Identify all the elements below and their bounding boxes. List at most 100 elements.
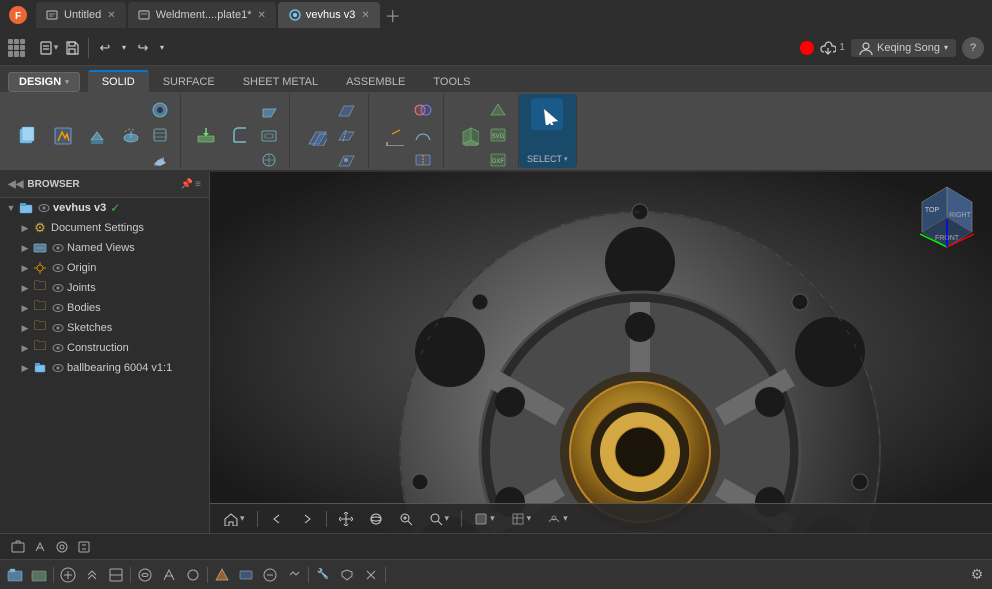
- origin-eye[interactable]: [51, 261, 65, 275]
- tab-untitled[interactable]: Untitled ✕: [36, 2, 126, 28]
- bottom-icon-9[interactable]: [211, 564, 233, 586]
- app-grid-button[interactable]: [8, 36, 32, 60]
- record-button[interactable]: [800, 41, 814, 55]
- tab-vevhus[interactable]: vevhus v3 ✕: [278, 2, 380, 28]
- tab-close-weldment[interactable]: ✕: [257, 10, 265, 21]
- browser-collapse-arrow[interactable]: ◀◀: [8, 179, 23, 190]
- joints-eye[interactable]: [51, 281, 65, 295]
- box-button[interactable]: [148, 148, 172, 172]
- undo-dropdown[interactable]: ▾: [117, 36, 131, 60]
- bottom-icon-14[interactable]: [336, 564, 358, 586]
- nav-back-button[interactable]: [264, 510, 290, 528]
- orientation-cube[interactable]: RIGHT TOP FRONT: [912, 182, 982, 252]
- tab-surface[interactable]: SURFACE: [149, 72, 229, 92]
- redo-dropdown[interactable]: ▾: [155, 36, 169, 60]
- shell-button[interactable]: [257, 123, 281, 147]
- bottom-icon-8[interactable]: [182, 564, 204, 586]
- tree-item-sketches[interactable]: ▶ 🗀 Sketches: [0, 318, 209, 338]
- design-dropdown[interactable]: DESIGN ▾: [8, 72, 80, 92]
- save-button[interactable]: [60, 36, 84, 60]
- bottom-icon-13[interactable]: 🔧: [312, 564, 334, 586]
- insert-dxf-button[interactable]: DXF: [486, 148, 510, 172]
- redo-button[interactable]: ↪: [131, 36, 155, 60]
- new-component-button[interactable]: [12, 119, 44, 151]
- tree-item-bodies[interactable]: ▶ 🗀 Bodies: [0, 298, 209, 318]
- section-analysis-button[interactable]: [411, 148, 435, 172]
- ballbearing-eye[interactable]: [51, 361, 65, 375]
- bottom-icon-4[interactable]: [81, 564, 103, 586]
- cloud-save-button[interactable]: 1: [820, 40, 845, 56]
- tree-item-doc-settings[interactable]: ▶ ⚙ Document Settings: [0, 218, 209, 238]
- orbit-button[interactable]: [363, 510, 389, 528]
- joints-toggle[interactable]: ▶: [18, 283, 32, 294]
- status-icon-3[interactable]: [52, 537, 72, 557]
- insert-derive-button[interactable]: [452, 119, 484, 151]
- sketches-eye[interactable]: [51, 321, 65, 335]
- tab-close-untitled[interactable]: ✕: [107, 10, 115, 21]
- file-menu-button[interactable]: ▾: [36, 36, 60, 60]
- revolve-button[interactable]: [114, 119, 146, 151]
- tree-item-joints[interactable]: ▶ 🗀 Joints: [0, 278, 209, 298]
- extrude-button[interactable]: [80, 119, 112, 151]
- bottom-icon-11[interactable]: [259, 564, 281, 586]
- tree-item-construction[interactable]: ▶ 🗀 Construction: [0, 338, 209, 358]
- sketches-toggle[interactable]: ▶: [18, 323, 32, 334]
- tree-item-named-views[interactable]: ▶ Named Views: [0, 238, 209, 258]
- fit-button[interactable]: ▾: [423, 510, 456, 528]
- bottom-icon-12[interactable]: [283, 564, 305, 586]
- chamfer-button[interactable]: [257, 98, 281, 122]
- bottom-icon-10[interactable]: [235, 564, 257, 586]
- settings-button[interactable]: ⚙: [966, 564, 988, 586]
- viewport[interactable]: RIGHT TOP FRONT ▾: [210, 172, 992, 533]
- tree-root-toggle[interactable]: ▼: [4, 203, 18, 213]
- offset-plane-button[interactable]: [300, 119, 332, 151]
- tab-close-vevhus[interactable]: ✕: [361, 10, 369, 21]
- browser-options-button[interactable]: ≡: [195, 179, 201, 190]
- hole-button[interactable]: [148, 98, 172, 122]
- bottom-icon-5[interactable]: [105, 564, 127, 586]
- midplane-button[interactable]: [334, 123, 358, 147]
- select-button[interactable]: [531, 98, 563, 130]
- fillet-button[interactable]: [223, 119, 255, 151]
- tab-sheet-metal[interactable]: SHEET METAL: [229, 72, 332, 92]
- tab-assemble[interactable]: ASSEMBLE: [332, 72, 419, 92]
- tab-tools[interactable]: TOOLS: [419, 72, 484, 92]
- thread-button[interactable]: [148, 123, 172, 147]
- nav-fwd-button[interactable]: [294, 510, 320, 528]
- bottom-icon-2[interactable]: [28, 564, 50, 586]
- bottom-icon-7[interactable]: [158, 564, 180, 586]
- select-section-label[interactable]: SELECT ▾: [527, 154, 568, 164]
- construction-eye[interactable]: [51, 341, 65, 355]
- tree-root-item[interactable]: ▼ vevhus v3 ✓: [0, 198, 209, 218]
- interference-button[interactable]: [411, 98, 435, 122]
- new-sketch-button[interactable]: [46, 119, 78, 151]
- status-icon-2[interactable]: [30, 537, 50, 557]
- display-mode-button[interactable]: ▾: [468, 510, 501, 528]
- tree-item-origin[interactable]: ▶ Origin: [0, 258, 209, 278]
- status-icon-4[interactable]: [74, 537, 94, 557]
- bottom-icon-1[interactable]: [4, 564, 26, 586]
- bodies-toggle[interactable]: ▶: [18, 303, 32, 314]
- measure-button[interactable]: [377, 119, 409, 151]
- plane-tangent-button[interactable]: [334, 148, 358, 172]
- insert-svg-button[interactable]: SVG: [486, 123, 510, 147]
- tab-add-button[interactable]: ＋: [382, 4, 404, 26]
- browser-pin-button[interactable]: 📌: [181, 179, 193, 190]
- doc-settings-toggle[interactable]: ▶: [18, 223, 32, 234]
- curvature-button[interactable]: [411, 123, 435, 147]
- grid-button[interactable]: ▾: [505, 510, 538, 528]
- root-visibility-icon[interactable]: [37, 201, 51, 215]
- named-views-eye[interactable]: [51, 241, 65, 255]
- named-views-toggle[interactable]: ▶: [18, 243, 32, 254]
- undo-button[interactable]: ↩: [93, 36, 117, 60]
- insert-mesh-button[interactable]: [486, 98, 510, 122]
- bodies-eye[interactable]: [51, 301, 65, 315]
- bottom-icon-6[interactable]: [134, 564, 156, 586]
- ballbearing-toggle[interactable]: ▶: [18, 363, 32, 374]
- origin-toggle[interactable]: ▶: [18, 263, 32, 274]
- tree-item-ballbearing[interactable]: ▶ ballbearing 6004 v1:1: [0, 358, 209, 378]
- tab-solid[interactable]: SOLID: [88, 70, 149, 92]
- construction-toggle[interactable]: ▶: [18, 343, 32, 354]
- offset-plane2-button[interactable]: [334, 98, 358, 122]
- tab-weldment[interactable]: Weldment....plate1* ✕: [128, 2, 276, 28]
